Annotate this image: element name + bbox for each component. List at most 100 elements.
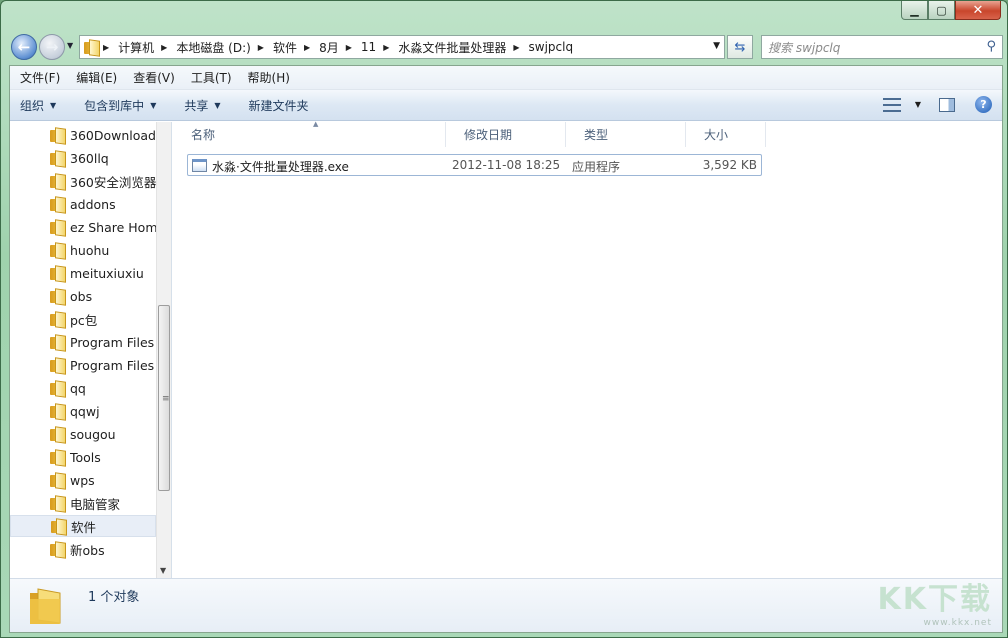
folder-icon: [50, 289, 65, 304]
folder-icon: [50, 542, 65, 557]
status-bar: 1 个对象 KK下载 www.kkx.net: [10, 578, 1002, 632]
tree-item[interactable]: ez Share Home: [10, 216, 156, 238]
chevron-right-icon[interactable]: ▶: [103, 43, 109, 52]
tree-item[interactable]: 新obs: [10, 538, 156, 560]
menu-edit[interactable]: 编辑(E): [70, 69, 123, 86]
column-size[interactable]: 大小: [686, 122, 766, 147]
column-type[interactable]: 类型: [566, 122, 686, 147]
chevron-right-icon[interactable]: ▶: [383, 43, 389, 52]
tree-item-label: wps: [70, 472, 95, 488]
include-library-button[interactable]: 包含到库中 ▼: [84, 97, 156, 114]
file-row[interactable]: 水淼·文件批量处理器.exe 2012-11-08 18:25 应用程序 3,5…: [187, 154, 762, 176]
column-modified-label: 修改日期: [464, 128, 513, 142]
tree-item-label: obs: [70, 288, 93, 304]
tree-item[interactable]: sougou: [10, 423, 156, 445]
chevron-right-icon[interactable]: ▶: [346, 43, 352, 52]
tree-item[interactable]: 360llq: [10, 147, 156, 169]
column-name[interactable]: 名称 ▲: [173, 120, 446, 147]
close-icon[interactable]: ✕: [955, 1, 1001, 20]
share-button[interactable]: 共享 ▼: [184, 97, 220, 114]
folder-icon: [50, 358, 65, 373]
search-input[interactable]: 搜索 swjpclq ⚲: [761, 35, 1003, 59]
tree-item[interactable]: Program Files: [10, 354, 156, 376]
breadcrumb-software[interactable]: 软件: [270, 39, 300, 56]
chevron-right-icon[interactable]: ▶: [258, 43, 264, 52]
tree-item[interactable]: 软件: [10, 515, 156, 537]
tree-item-label: 360安全浏览器下载: [70, 174, 156, 190]
folder-icon: [30, 588, 61, 624]
folder-icon: [50, 473, 65, 488]
preview-pane-icon[interactable]: [939, 97, 955, 112]
file-type: 应用程序: [572, 160, 621, 174]
back-arrow-icon[interactable]: ←: [11, 34, 37, 60]
search-placeholder: 搜索 swjpclq: [768, 40, 841, 55]
menu-help[interactable]: 帮助(H): [242, 69, 296, 86]
maximize-icon[interactable]: ▢: [928, 1, 955, 20]
chevron-right-icon[interactable]: ▶: [161, 43, 167, 52]
command-bar: 组织 ▼ 包含到库中 ▼ 共享 ▼ 新建文件夹 ▼ ?: [10, 90, 1002, 121]
menu-view[interactable]: 查看(V): [127, 69, 181, 86]
refresh-icon[interactable]: ⇆: [727, 35, 753, 59]
tree-item[interactable]: huohu: [10, 239, 156, 261]
chevron-right-icon[interactable]: ▶: [304, 43, 310, 52]
menu-tools[interactable]: 工具(T): [185, 69, 238, 86]
tree-item[interactable]: qqwj: [10, 400, 156, 422]
breadcrumb-11[interactable]: 11: [358, 40, 379, 54]
toolbar-right: ▼ ?: [882, 96, 992, 113]
folder-icon: [50, 220, 65, 235]
tree-item-label: 电脑管家: [70, 496, 121, 512]
address-bar[interactable]: ▶ 计算机 ▶ 本地磁盘 (D:) ▶ 软件 ▶ 8月 ▶ 11 ▶ 水淼文件批…: [79, 35, 725, 59]
tree-item-label: 新obs: [70, 542, 105, 558]
breadcrumb-computer[interactable]: 计算机: [115, 39, 157, 56]
column-modified[interactable]: 修改日期: [446, 122, 566, 147]
organize-button[interactable]: 组织 ▼: [20, 97, 56, 114]
tree-item[interactable]: Program Files: [10, 331, 156, 353]
forward-arrow-icon[interactable]: →: [39, 34, 65, 60]
breadcrumb-swjpclq-parent[interactable]: 水淼文件批量处理器: [395, 39, 509, 56]
scrollbar-thumb[interactable]: ≡: [158, 305, 170, 491]
share-label: 共享: [184, 98, 209, 113]
chevron-right-icon[interactable]: ▶: [513, 43, 519, 52]
menu-file[interactable]: 文件(F): [14, 69, 66, 86]
search-icon[interactable]: ⚲: [986, 39, 996, 54]
breadcrumb-drive-d[interactable]: 本地磁盘 (D:): [173, 39, 253, 56]
view-options-icon[interactable]: [882, 97, 901, 112]
chevron-down-icon[interactable]: ▼: [915, 100, 921, 109]
tree-item-label: ez Share Home: [70, 219, 156, 235]
application-icon: [192, 158, 207, 172]
nav-scrollbar[interactable]: ≡ ▼: [156, 122, 171, 578]
tree-item[interactable]: 360Downloads: [10, 124, 156, 146]
tree-item-label: pc包: [70, 312, 98, 328]
navigation-pane: 360Downloads 360llq 360安全浏览器下载 addons ez Sha…: [10, 122, 172, 578]
tree-item[interactable]: meituxiuxiu: [10, 262, 156, 284]
folder-icon: [50, 381, 65, 396]
breadcrumb-current[interactable]: swjpclq: [526, 40, 577, 54]
chevron-down-icon: ▼: [50, 100, 57, 110]
file-size: 3,592 KB: [702, 158, 757, 172]
column-name-label: 名称: [191, 128, 216, 142]
watermark-url: www.kkx.net: [923, 618, 992, 628]
chevron-down-icon: ▼: [214, 100, 221, 110]
explorer-window: ▁ ▢ ✕ ← → ▼ ▶ 计算机 ▶ 本地磁盘 (D:) ▶ 软件 ▶ 8月 …: [0, 0, 1008, 638]
breadcrumb-august[interactable]: 8月: [316, 39, 342, 56]
menu-bar: 文件(F) 编辑(E) 查看(V) 工具(T) 帮助(H): [10, 66, 1002, 90]
address-dropdown-icon[interactable]: ▼: [713, 41, 720, 51]
folder-icon: [50, 312, 65, 327]
folder-icon: [50, 427, 65, 442]
recent-pages-dropdown-icon[interactable]: ▼: [67, 41, 73, 50]
new-folder-button[interactable]: 新建文件夹: [249, 97, 309, 114]
tree-item[interactable]: pc包: [10, 308, 156, 330]
tree-item[interactable]: Tools: [10, 446, 156, 468]
tree-item[interactable]: 电脑管家: [10, 492, 156, 514]
folder-icon: [50, 404, 65, 419]
tree-item[interactable]: obs: [10, 285, 156, 307]
scroll-down-icon[interactable]: ▼: [160, 566, 166, 575]
item-count: 1 个对象: [88, 590, 140, 605]
tree-item[interactable]: 360安全浏览器下载: [10, 170, 156, 192]
help-icon[interactable]: ?: [975, 96, 992, 113]
tree-item[interactable]: qq: [10, 377, 156, 399]
tree-item[interactable]: wps: [10, 469, 156, 491]
tree-item[interactable]: addons: [10, 193, 156, 215]
chevron-down-icon: ▼: [150, 100, 157, 110]
minimize-icon[interactable]: ▁: [901, 1, 928, 20]
